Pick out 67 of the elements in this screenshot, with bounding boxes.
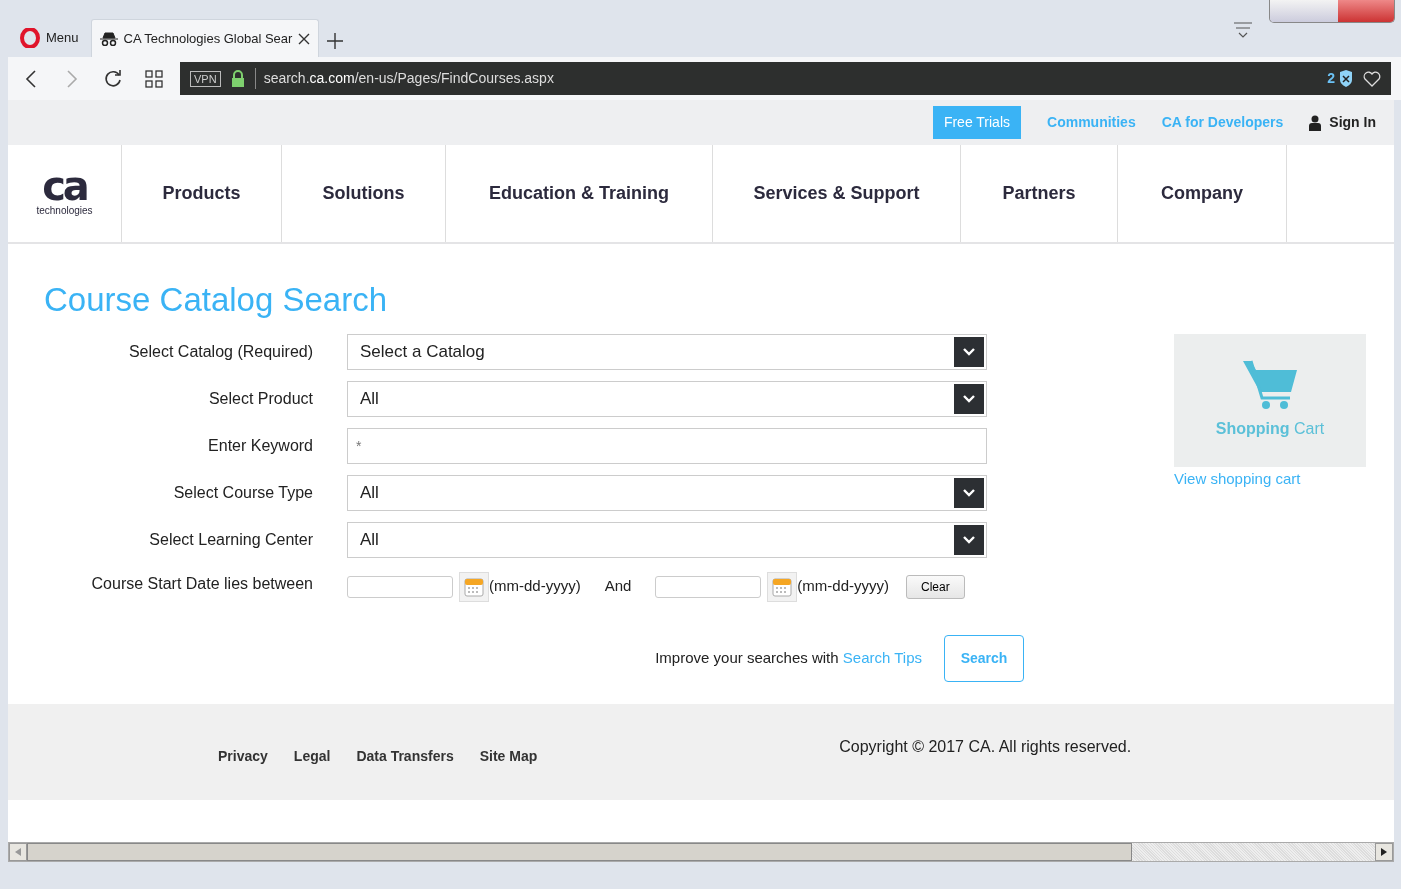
dropdown-field[interactable]: All <box>347 521 987 558</box>
date-format-hint: (mm-dd-yyyy) <box>489 576 581 597</box>
menu-button[interactable]: Menu <box>8 19 91 57</box>
field-label: Select Course Type <box>172 482 314 503</box>
url-text: search.ca.com/en-us/Pages/FindCourses.aspx <box>254 68 554 89</box>
calendar-button[interactable] <box>767 571 798 602</box>
scrollbar-thumb[interactable] <box>27 843 1132 861</box>
field-label: Select Catalog (Required) <box>127 341 314 362</box>
search-hint: Improve your searches with Search Tips <box>655 647 922 668</box>
field-label: Select Product <box>207 388 314 409</box>
browser-tab[interactable]: CA Technologies Global Sear <box>90 19 320 57</box>
left-triangle-icon <box>15 848 21 856</box>
incognito-icon <box>99 31 118 46</box>
date-joiner: And <box>604 576 632 597</box>
plus-icon <box>327 33 344 49</box>
heart-icon[interactable] <box>1363 70 1381 87</box>
cart-caption: Shopping Cart <box>1215 419 1325 440</box>
field-label: Course Start Date lies between <box>90 573 314 594</box>
vpn-label[interactable]: VPN <box>190 70 221 87</box>
user-icon <box>1309 114 1322 131</box>
menu-icon[interactable] <box>1233 22 1253 40</box>
shield-icon[interactable] <box>1339 70 1353 87</box>
company-logo[interactable]: ca technologies <box>8 145 122 242</box>
caret-icon <box>954 524 984 555</box>
dropdown-field[interactable]: Select a Catalog <box>347 333 987 370</box>
caret-icon <box>954 477 984 508</box>
lock-icon <box>230 70 245 87</box>
blocked-count: 2 <box>1327 69 1335 88</box>
field-label: Enter Keyword <box>207 435 314 456</box>
footer-link[interactable]: Legal <box>293 745 331 767</box>
calendar-icon <box>464 576 484 597</box>
opera-logo-icon <box>20 28 40 48</box>
nav-menu-item[interactable]: Solutions <box>282 145 446 242</box>
reload-icon <box>103 68 123 89</box>
close-button[interactable] <box>1338 0 1394 22</box>
new-tab-button[interactable] <box>327 33 344 49</box>
calendar-icon <box>772 576 793 597</box>
end-date-field[interactable] <box>655 575 762 598</box>
nav-menu-item[interactable]: Education & Training <box>446 145 713 242</box>
dropdown-field[interactable]: All <box>347 474 987 511</box>
copyright-text: Copyright © 2017 CA. All rights reserved. <box>839 737 1132 757</box>
clear-button[interactable]: Clear <box>906 574 965 599</box>
footer-link[interactable]: Site Map <box>479 745 538 767</box>
right-triangle-icon <box>1381 848 1387 856</box>
scroll-left-button[interactable] <box>9 843 27 861</box>
nav-menu-item[interactable]: Products <box>122 145 282 242</box>
caret-icon <box>954 383 984 414</box>
horizontal-scrollbar[interactable] <box>8 842 1394 862</box>
address-bar[interactable]: VPN search.ca.com/en-us/Pages/FindCourses.aspx 2 <box>180 62 1391 95</box>
shopping-cart-icon <box>1242 359 1298 410</box>
grid-icon <box>145 69 163 88</box>
footer-link[interactable]: Data Transfers <box>356 745 454 767</box>
dropdown-field[interactable]: All <box>347 380 987 417</box>
nav-menu-item[interactable]: Services & Support <box>713 145 961 242</box>
close-icon[interactable] <box>298 32 311 45</box>
caret-icon <box>954 336 984 367</box>
start-date-field[interactable] <box>347 575 453 598</box>
field-label: Select Learning Center <box>148 529 314 550</box>
sign-in-link[interactable]: Sign In <box>1309 112 1376 133</box>
nav-menu-item[interactable]: Partners <box>961 145 1118 242</box>
nav-menu-item[interactable]: Company <box>1118 145 1287 242</box>
footer-link[interactable]: Privacy <box>218 745 268 767</box>
page-title: Course Catalog Search <box>44 280 389 320</box>
scroll-right-button[interactable] <box>1375 843 1393 861</box>
calendar-button[interactable] <box>459 571 489 602</box>
date-format-hint: (mm-dd-yyyy) <box>797 576 889 597</box>
keyword-field[interactable]: * <box>347 427 987 464</box>
